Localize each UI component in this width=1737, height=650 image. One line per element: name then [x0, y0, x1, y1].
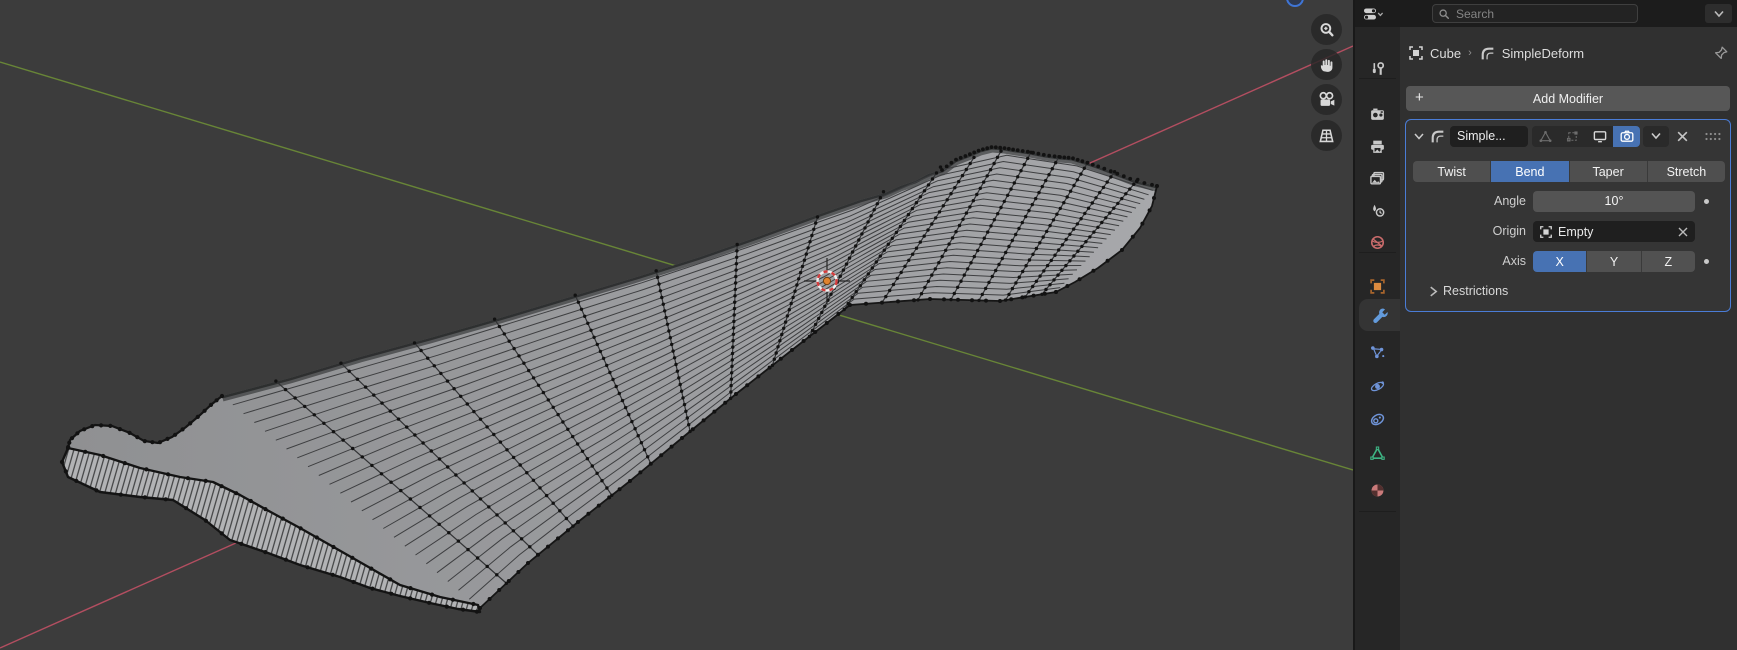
tab-data[interactable]	[1355, 438, 1400, 468]
tab-modifiers[interactable]	[1359, 299, 1400, 331]
drag-dots-icon	[1704, 131, 1722, 142]
tab-view-layer[interactable]	[1355, 163, 1400, 193]
axis-x-button[interactable]: X	[1533, 251, 1587, 272]
modifier-display-toggles	[1532, 126, 1640, 147]
toggle-on-cage-button[interactable]	[1559, 126, 1586, 147]
modifier-delete-button[interactable]	[1671, 126, 1693, 147]
mesh-surface	[62, 147, 1157, 609]
cage-icon	[1565, 129, 1580, 144]
modifier-extras-button[interactable]	[1643, 126, 1669, 147]
toggle-edit-mode-button[interactable]	[1532, 126, 1559, 147]
search-icon	[1438, 8, 1450, 20]
mode-bend-button[interactable]: Bend	[1491, 161, 1569, 182]
mode-taper-button[interactable]: Taper	[1570, 161, 1648, 182]
mode-stretch-button[interactable]: Stretch	[1648, 161, 1725, 182]
plus-icon: +	[1415, 89, 1424, 106]
pin-icon[interactable]	[1713, 45, 1729, 61]
camera-view-gizmo-button[interactable]	[1311, 84, 1342, 115]
origin-row: Origin Empty	[1406, 221, 1732, 242]
properties-editor-icon	[1363, 6, 1383, 22]
breadcrumb: Cube › SimpleDeform	[1400, 40, 1737, 66]
close-icon	[1676, 130, 1689, 143]
orthographic-gizmo-button[interactable]	[1311, 120, 1342, 151]
search-input[interactable]	[1454, 6, 1632, 22]
mode-twist-button[interactable]: Twist	[1413, 161, 1491, 182]
axis-label: Axis	[1406, 251, 1526, 272]
modifier-name-field[interactable]: Simple...	[1450, 126, 1528, 147]
properties-editor: Cube › SimpleDeform + Add Modifier	[1355, 0, 1737, 650]
modifier-panel: Simple...	[1405, 119, 1731, 312]
toggle-realtime-display-button[interactable]	[1586, 126, 1613, 147]
origin-object-field[interactable]: Empty	[1533, 221, 1695, 242]
angle-row: Angle 10°	[1406, 191, 1732, 212]
add-modifier-label: Add Modifier	[1533, 92, 1603, 106]
axis-y-button[interactable]: Y	[1587, 251, 1641, 272]
angle-animate-dot[interactable]	[1704, 199, 1709, 204]
tab-particles[interactable]	[1355, 337, 1400, 367]
tab-physics[interactable]	[1355, 371, 1400, 401]
axis-animate-dot[interactable]	[1704, 259, 1709, 264]
header-options-button[interactable]	[1705, 4, 1732, 23]
tab-separator	[1359, 511, 1396, 512]
properties-tab-strip	[1355, 27, 1400, 650]
modifier-panel-header[interactable]: Simple...	[1406, 124, 1730, 148]
movie-camera-icon	[1317, 90, 1336, 109]
breadcrumb-object[interactable]: Cube	[1430, 46, 1461, 61]
panel-expand-chevron-icon[interactable]	[1412, 129, 1426, 143]
monitor-icon	[1592, 129, 1608, 144]
edit-mode-icon	[1538, 129, 1553, 144]
origin-object-name: Empty	[1558, 225, 1672, 239]
tab-output[interactable]	[1355, 131, 1400, 161]
render-camera-icon	[1619, 129, 1635, 144]
object-icon	[1408, 45, 1424, 61]
chevron-right-icon	[1429, 286, 1438, 297]
chevron-down-icon	[1650, 132, 1662, 140]
viewport-3d[interactable]	[0, 0, 1353, 650]
pan-gizmo-button[interactable]	[1311, 49, 1342, 80]
tab-object[interactable]	[1355, 271, 1400, 301]
deform-mode-row: Twist Bend Taper Stretch	[1413, 161, 1725, 182]
tab-material[interactable]	[1355, 475, 1400, 505]
simple-deform-icon	[1429, 128, 1446, 145]
tab-world[interactable]	[1355, 227, 1400, 257]
add-modifier-button[interactable]: + Add Modifier	[1406, 86, 1730, 111]
angle-value-field[interactable]: 10°	[1533, 191, 1695, 212]
axis-z-button[interactable]: Z	[1642, 251, 1695, 272]
properties-header-bar	[1355, 0, 1737, 27]
zoom-gizmo-button[interactable]	[1311, 14, 1342, 45]
editor-type-button[interactable]	[1360, 4, 1386, 24]
axis-segment-group: X Y Z	[1533, 251, 1695, 272]
tab-constraints[interactable]	[1355, 404, 1400, 434]
tab-scene[interactable]	[1355, 195, 1400, 225]
tab-tool[interactable]	[1355, 54, 1400, 84]
axis-row: Axis X Y Z	[1406, 251, 1732, 272]
properties-content: Cube › SimpleDeform + Add Modifier	[1400, 27, 1737, 650]
chevron-down-icon	[1713, 10, 1725, 18]
origin-label: Origin	[1406, 221, 1526, 242]
toggle-render-display-button[interactable]	[1613, 126, 1640, 147]
modifier-drag-handle[interactable]	[1704, 131, 1724, 142]
tab-render[interactable]	[1355, 99, 1400, 129]
grid-icon	[1317, 126, 1336, 145]
magnifier-plus-icon	[1318, 21, 1336, 39]
restrictions-label: Restrictions	[1443, 284, 1508, 298]
viewport-scene	[0, 0, 1353, 650]
restrictions-subpanel-header[interactable]: Restrictions	[1429, 284, 1508, 298]
hand-icon	[1318, 56, 1336, 74]
simple-deform-icon	[1479, 45, 1496, 62]
breadcrumb-separator: ›	[1468, 47, 1472, 59]
search-box[interactable]	[1432, 4, 1638, 23]
clear-origin-icon[interactable]	[1677, 226, 1689, 238]
object-icon	[1539, 225, 1553, 239]
angle-label: Angle	[1406, 191, 1526, 212]
breadcrumb-modifier[interactable]: SimpleDeform	[1502, 46, 1584, 61]
